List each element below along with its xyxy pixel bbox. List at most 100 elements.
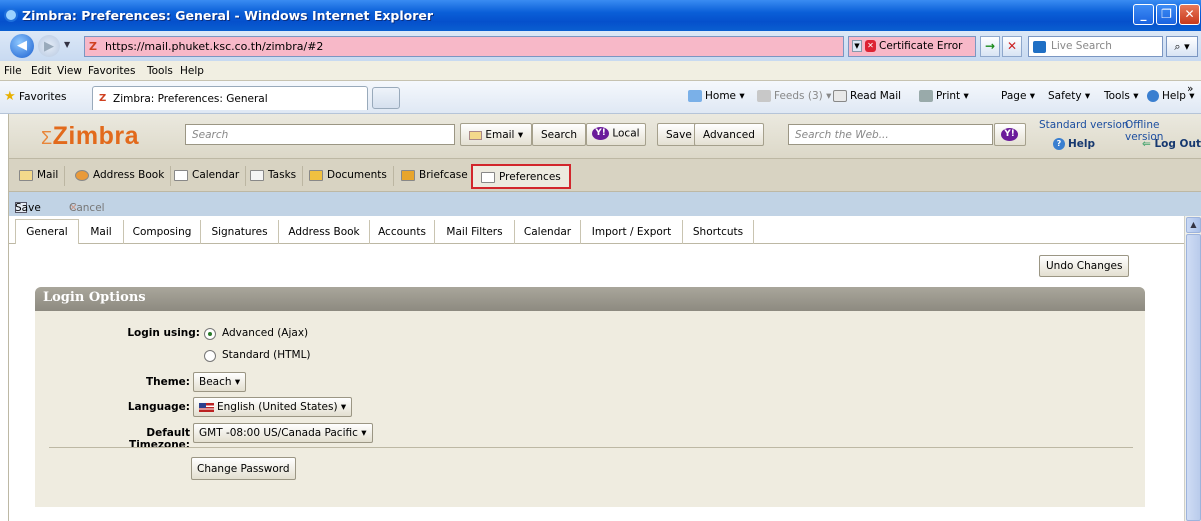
- address-dropdown-icon[interactable]: ▼: [852, 40, 862, 52]
- yahoo-icon: Y!: [1001, 128, 1018, 141]
- live-search-placeholder: Live Search: [1051, 40, 1112, 52]
- page-menu-button[interactable]: Page ▾: [1001, 90, 1035, 102]
- home-icon: [688, 90, 702, 102]
- divider: [49, 447, 1133, 448]
- tab-accounts[interactable]: Accounts: [370, 220, 435, 244]
- tab-briefcase[interactable]: Briefcase: [395, 166, 475, 186]
- feeds-icon: [757, 90, 771, 102]
- calendar-icon: [174, 169, 188, 181]
- close-button[interactable]: ✕: [1179, 4, 1200, 25]
- tab-calendar-prefs[interactable]: Calendar: [515, 220, 581, 244]
- zimbra-favicon-icon: Z: [89, 40, 97, 53]
- scroll-thumb[interactable]: [1186, 234, 1201, 521]
- certificate-error-button[interactable]: ▼ ✕ Certificate Error: [848, 36, 976, 57]
- menu-tools[interactable]: Tools: [147, 65, 173, 77]
- help-link[interactable]: ? Help: [1053, 138, 1095, 150]
- live-search-input[interactable]: Live Search: [1028, 36, 1163, 57]
- browser-tab-title: Zimbra: Preferences: General: [113, 93, 268, 105]
- tab-composing[interactable]: Composing: [124, 220, 201, 244]
- documents-icon: [309, 169, 323, 181]
- undo-changes-button[interactable]: Undo Changes: [1039, 255, 1130, 277]
- url-text: https://mail.phuket.ksc.co.th/zimbra/#2: [105, 40, 324, 53]
- help-icon: ?: [1053, 138, 1065, 150]
- login-options-panel: Login Options Login using: Advanced (Aja…: [35, 287, 1145, 507]
- logout-link[interactable]: ⇐ Log Out: [1142, 138, 1201, 150]
- tab-mail-prefs[interactable]: Mail: [79, 220, 124, 244]
- preferences-toolbar: Save ✕ Cancel: [8, 192, 1201, 216]
- menu-bar: File Edit View Favorites Tools Help: [0, 61, 1201, 81]
- tab-import-export[interactable]: Import / Export: [581, 220, 683, 244]
- tab-mail[interactable]: Mail: [13, 166, 66, 186]
- favorites-tab-bar: ★ Favorites Z Zimbra: Preferences: Gener…: [0, 81, 1201, 114]
- tab-signatures[interactable]: Signatures: [201, 220, 279, 244]
- web-search-input[interactable]: Search the Web...: [788, 124, 993, 145]
- read-mail-button[interactable]: Read Mail: [833, 90, 901, 102]
- menu-edit[interactable]: Edit: [31, 65, 51, 77]
- search-input[interactable]: Search: [185, 124, 455, 145]
- tab-documents[interactable]: Documents: [303, 166, 394, 186]
- login-using-label: Login using:: [127, 327, 200, 339]
- new-tab-button[interactable]: [372, 87, 400, 109]
- yahoo-local-button[interactable]: Y! Local: [586, 123, 646, 146]
- live-search-logo-icon: [1033, 41, 1046, 53]
- zimbra-logo[interactable]: ΣZimbra: [41, 122, 139, 151]
- help-icon: [1147, 90, 1159, 102]
- preferences-icon: [481, 171, 495, 183]
- back-button[interactable]: ◀: [10, 34, 34, 58]
- menu-view[interactable]: View: [57, 65, 82, 77]
- login-standard-radio[interactable]: [204, 350, 216, 362]
- change-password-button[interactable]: Change Password: [191, 457, 296, 480]
- ie-icon: [4, 8, 18, 22]
- scrollbar[interactable]: ▲: [1184, 216, 1201, 521]
- login-advanced-label[interactable]: Advanced (Ajax): [222, 327, 308, 339]
- tab-mail-filters[interactable]: Mail Filters: [435, 220, 515, 244]
- briefcase-icon: [401, 169, 415, 181]
- tools-menu-button[interactable]: Tools ▾: [1104, 90, 1138, 102]
- preferences-content: Undo Changes Login Options Login using: …: [8, 244, 1184, 521]
- safety-menu-button[interactable]: Safety ▾: [1048, 90, 1090, 102]
- timezone-select[interactable]: GMT -08:00 US/Canada Pacific ▾: [193, 423, 373, 443]
- app-tab-bar: Mail Address Book Calendar Tasks Documen…: [8, 159, 1201, 192]
- favorites-button[interactable]: ★ Favorites: [4, 89, 66, 104]
- search-button[interactable]: Search: [532, 123, 587, 146]
- go-arrow-icon[interactable]: →: [980, 36, 1000, 57]
- email-search-type-button[interactable]: Email ▾: [460, 123, 533, 146]
- browser-tab-zimbra[interactable]: Z Zimbra: Preferences: General: [92, 86, 368, 110]
- tab-general[interactable]: General: [15, 219, 79, 245]
- section-title: Login Options: [35, 287, 1145, 311]
- maximize-button[interactable]: ❐: [1156, 4, 1177, 25]
- us-flag-icon: [199, 402, 214, 412]
- tab-address-book-prefs[interactable]: Address Book: [279, 220, 370, 244]
- print-button[interactable]: Print ▾: [919, 90, 969, 102]
- login-advanced-radio[interactable]: [204, 328, 216, 340]
- login-standard-label[interactable]: Standard (HTML): [222, 349, 311, 361]
- standard-version-link[interactable]: Standard version: [1039, 119, 1129, 131]
- forward-button[interactable]: ▶: [38, 35, 60, 57]
- language-select[interactable]: English (United States) ▾: [193, 397, 353, 417]
- envelope-icon: [469, 130, 482, 140]
- scroll-up-arrow-icon[interactable]: ▲: [1186, 217, 1201, 233]
- tab-calendar[interactable]: Calendar: [168, 166, 247, 186]
- advanced-search-button[interactable]: Advanced: [694, 123, 764, 146]
- minimize-button[interactable]: _: [1133, 4, 1154, 25]
- chevron-more-icon[interactable]: »: [1187, 83, 1193, 95]
- zimbra-header: ΣZimbra Search Email ▾ Search Y! Local S…: [8, 114, 1201, 159]
- feeds-button[interactable]: Feeds (3) ▾: [757, 90, 831, 102]
- zimbra-favicon-icon: Z: [99, 93, 107, 104]
- menu-favorites[interactable]: Favorites: [88, 65, 135, 77]
- stop-icon[interactable]: ✕: [1002, 36, 1022, 57]
- yahoo-web-search-button[interactable]: Y!: [994, 123, 1026, 146]
- recent-pages-dropdown-icon[interactable]: ▼: [64, 40, 70, 49]
- theme-select[interactable]: Beach ▾: [193, 372, 247, 392]
- tab-tasks[interactable]: Tasks: [244, 166, 304, 186]
- tab-preferences[interactable]: Preferences: [471, 164, 571, 189]
- tab-shortcuts[interactable]: Shortcuts: [683, 220, 754, 244]
- address-input[interactable]: Z https://mail.phuket.ksc.co.th/zimbra/#…: [84, 36, 844, 57]
- home-button[interactable]: Home ▾: [688, 90, 745, 102]
- yahoo-icon: Y!: [592, 127, 609, 140]
- tab-address-book[interactable]: Address Book: [69, 166, 172, 186]
- printer-icon: [919, 90, 933, 102]
- menu-help[interactable]: Help: [180, 65, 204, 77]
- menu-file[interactable]: File: [4, 65, 22, 77]
- search-magnifier-icon[interactable]: ⌕ ▾: [1166, 36, 1198, 57]
